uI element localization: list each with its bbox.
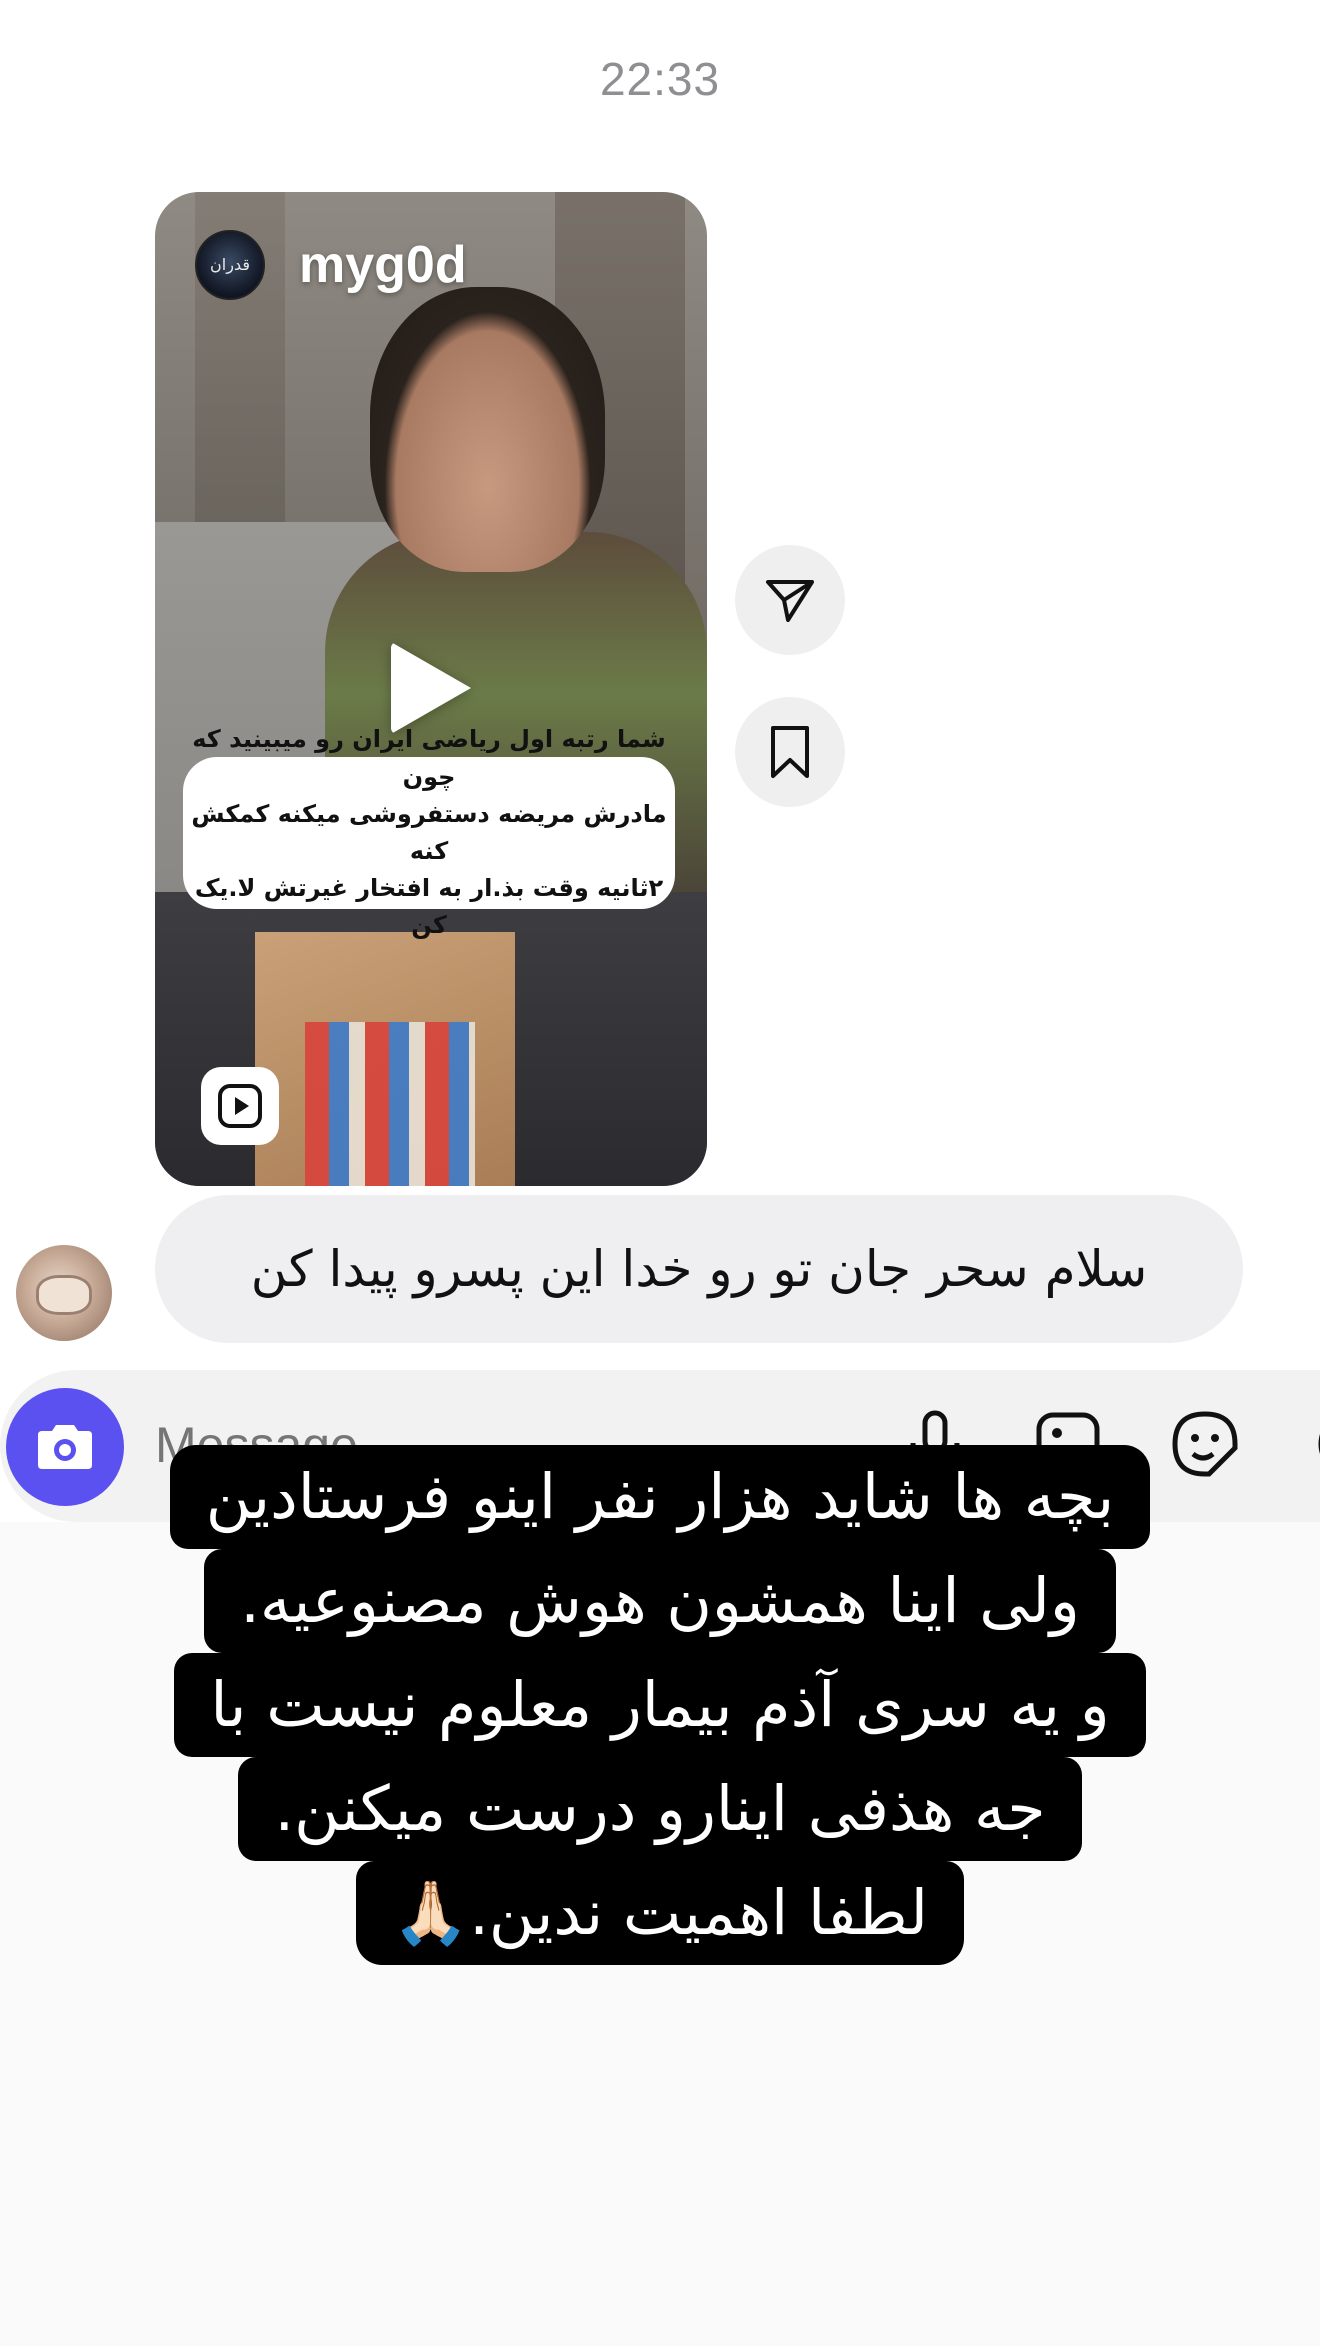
message-timestamp: 22:33 <box>599 53 721 105</box>
paper-plane-icon <box>766 580 814 622</box>
shared-reel-card[interactable]: قدران myg0d شما رتبه اول ریاضی ایران رو … <box>155 192 707 1186</box>
reel-header[interactable]: قدران myg0d <box>195 230 467 300</box>
overlay-caption-line: لطفا اهمیت ندین.🙏🏻 <box>356 1861 964 1965</box>
share-button[interactable] <box>735 545 845 655</box>
bookmark-icon <box>771 726 809 778</box>
sender-avatar[interactable] <box>16 1245 112 1341</box>
reel-box-items <box>305 1022 475 1186</box>
overlay-caption: بچه ها شاید هزار نفر اینو فرستادین ولی ا… <box>0 1445 1320 1965</box>
reel-caption-line: ۲ثانیه وقت بذ.ار به افتخار غیرتش لا.یک ک… <box>194 874 664 940</box>
reel-caption: شما رتبه اول ریاضی ایران رو میبینید که چ… <box>183 725 675 939</box>
overlay-caption-line: جه هذفی اینارو درست میکنن. <box>238 1757 1082 1861</box>
play-icon[interactable] <box>391 642 471 734</box>
reel-caption-line: مادرش مریضه دستفروشی میکنه کمکش کنه <box>191 799 667 865</box>
overlay-caption-line: و یه سری آذم بیمار معلوم نیست با <box>174 1653 1146 1757</box>
reel-author-avatar-text: قدران <box>210 257 250 274</box>
save-button[interactable] <box>735 697 845 807</box>
overlay-caption-line: ولی اینا همشون هوش مصنوعیه. <box>204 1549 1116 1653</box>
overlay-caption-line: بچه ها شاید هزار نفر اینو فرستادین <box>169 1445 1151 1549</box>
message-text: سلام سحر جان تو رو خدا این پسرو پیدا کن <box>250 1240 1148 1298</box>
reel-author-username[interactable]: myg0d <box>299 235 467 295</box>
message-bubble[interactable]: سلام سحر جان تو رو خدا این پسرو پیدا کن <box>155 1195 1243 1343</box>
reel-author-avatar[interactable]: قدران <box>195 230 265 300</box>
reels-icon <box>201 1067 279 1145</box>
reel-person-head <box>370 287 605 572</box>
reel-caption-line: شما رتبه اول ریاضی ایران رو میبینید که چ… <box>192 725 666 791</box>
